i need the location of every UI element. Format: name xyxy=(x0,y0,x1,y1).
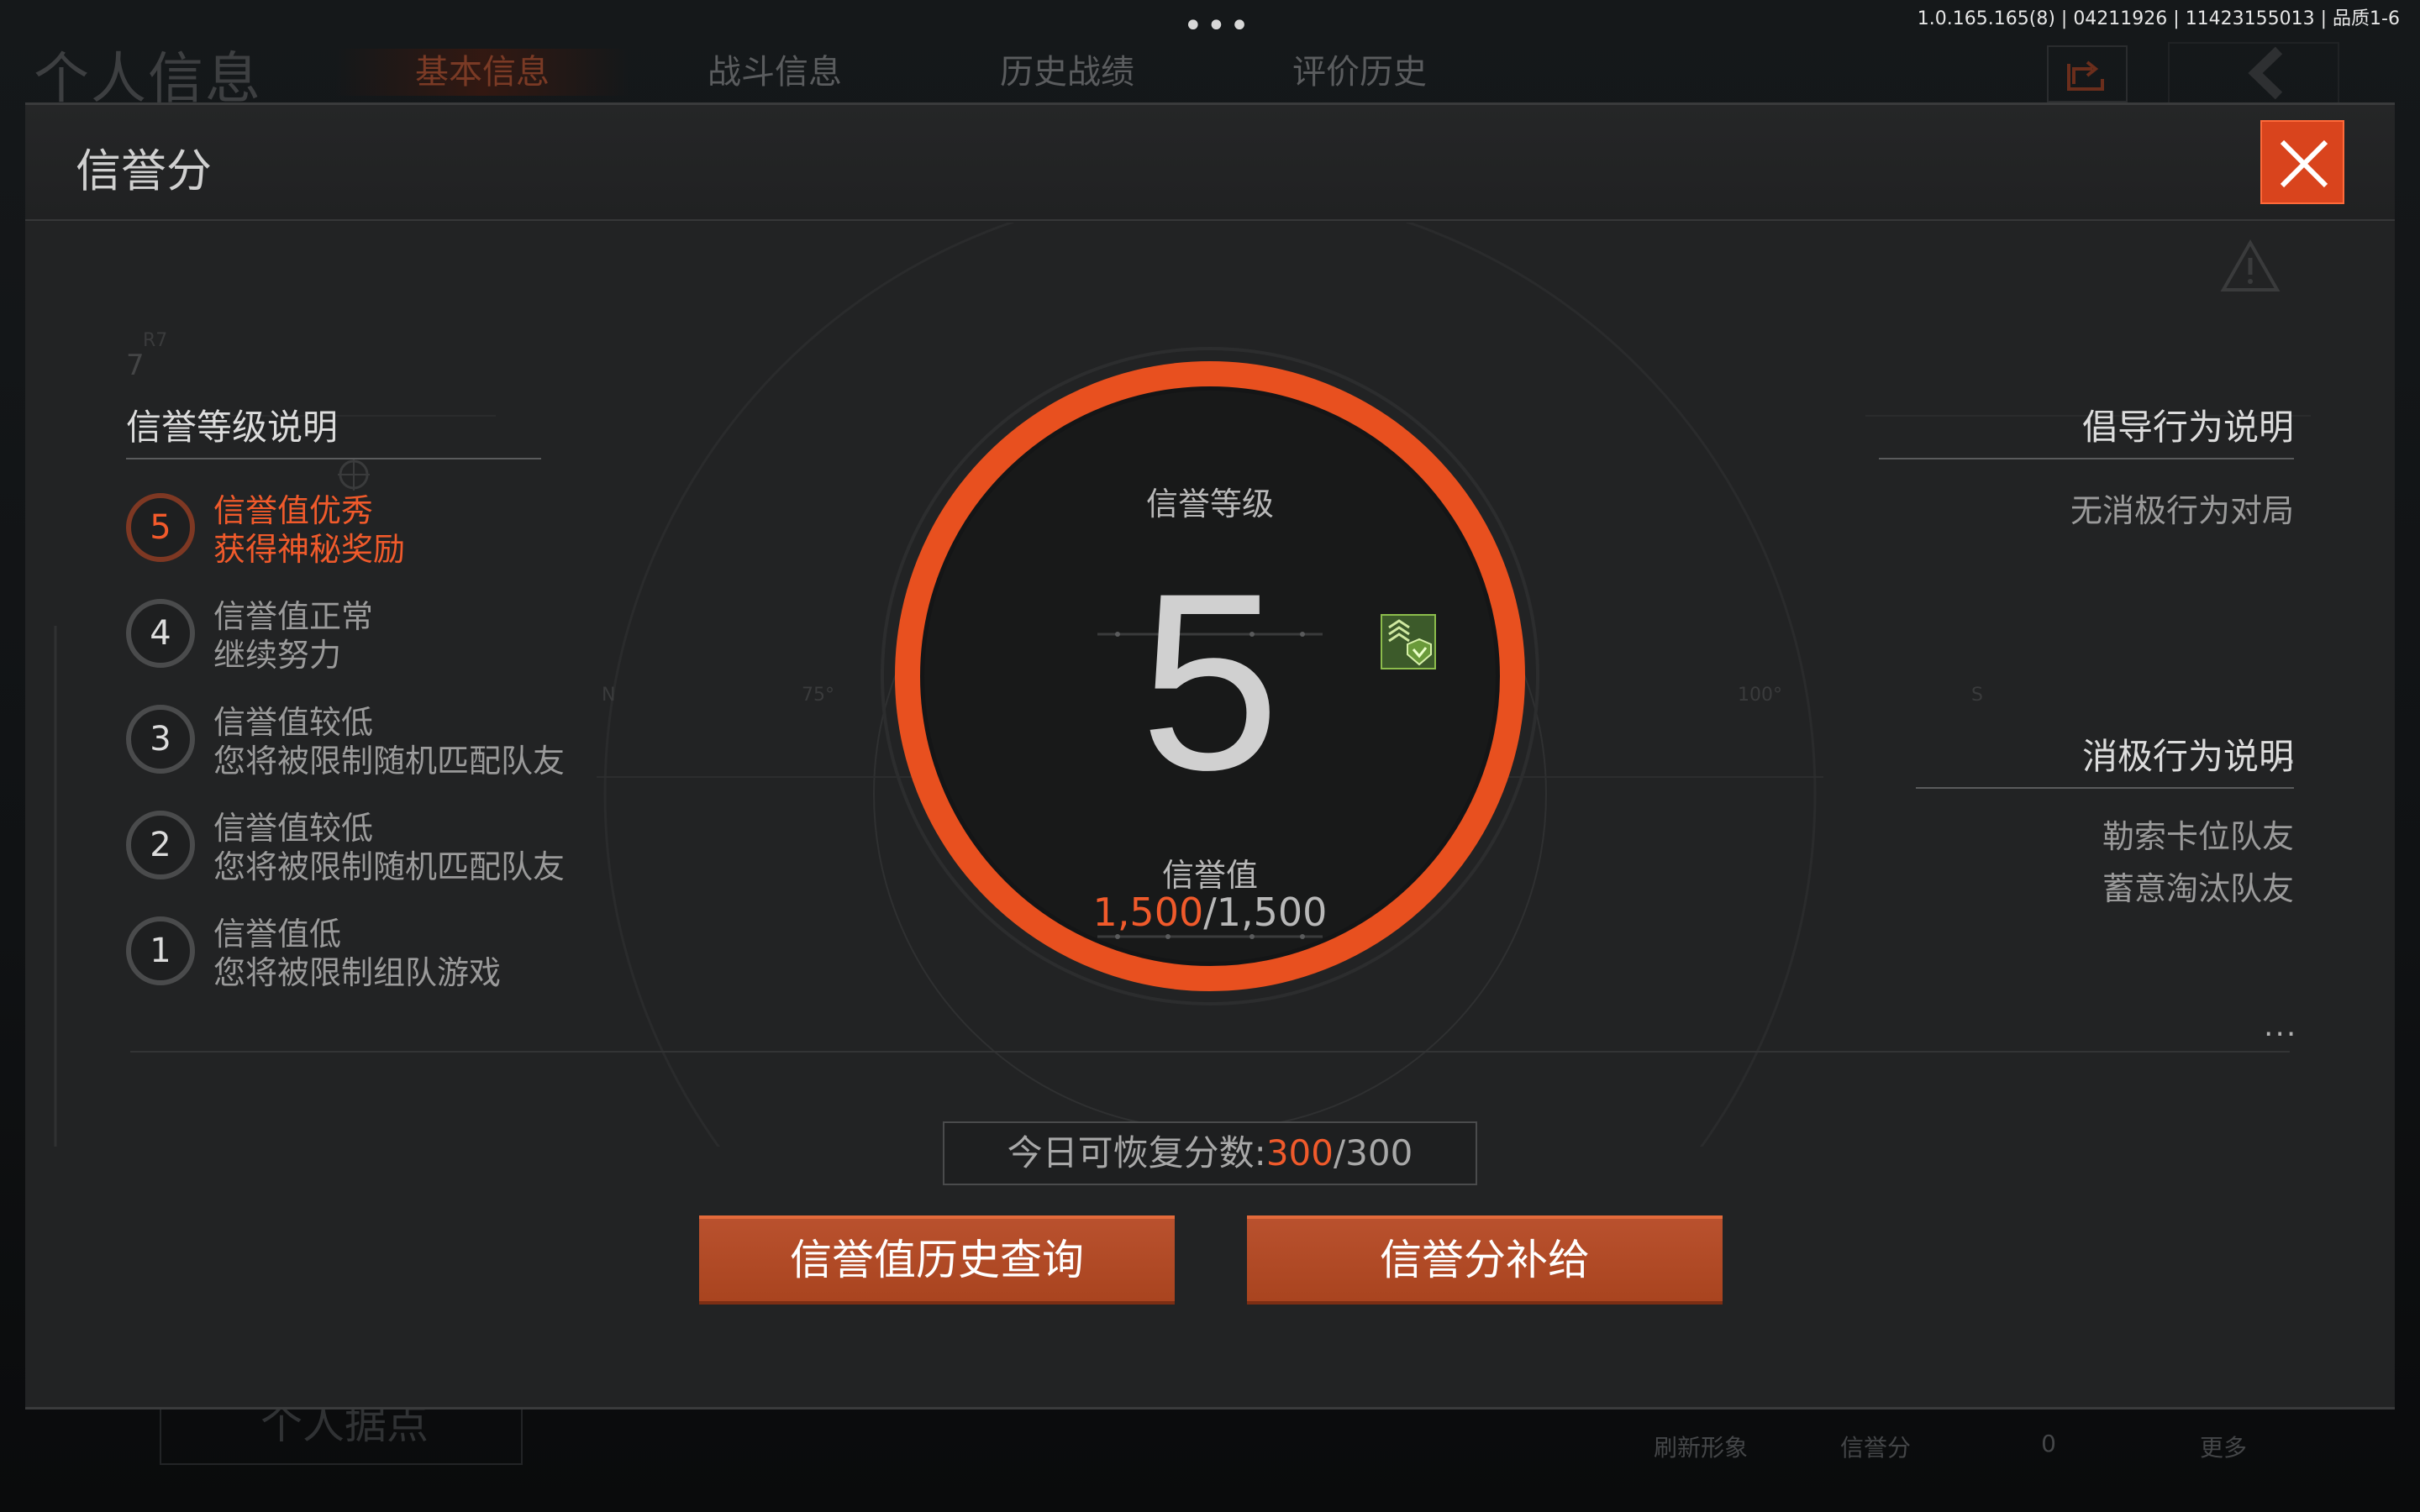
section-divider xyxy=(130,1051,2290,1053)
level-badge: 4 xyxy=(126,599,195,668)
negative-heading-line xyxy=(1916,787,2294,789)
hud-seven: 7 xyxy=(126,349,145,382)
levels-heading: 信誉等级说明 xyxy=(126,407,339,448)
credit-value-current: 1,500 xyxy=(1092,890,1204,935)
positive-heading-line xyxy=(1879,458,2294,459)
modal-title: 信誉分 xyxy=(76,144,212,197)
footer-more[interactable]: 更多 xyxy=(2156,1430,2291,1463)
negative-heading: 消极行为说明 xyxy=(2081,736,2294,777)
level-badge: 2 xyxy=(126,811,195,879)
more-dots-icon[interactable]: ••• xyxy=(1183,7,1253,45)
back-icon[interactable] xyxy=(2168,42,2339,104)
tab-basic-info[interactable]: 基本信息 xyxy=(336,49,629,96)
close-button[interactable] xyxy=(2260,120,2344,204)
level-desc: 您将被限制随机匹配队友 xyxy=(213,848,566,885)
level-desc: 继续努力 xyxy=(213,637,342,674)
credit-level-number: 5 xyxy=(1139,540,1281,822)
level-desc: 获得神秘奖励 xyxy=(213,531,406,568)
levels-heading-line xyxy=(126,458,541,459)
level-badge: 1 xyxy=(126,916,195,985)
credit-score-modal: 信誉分 R7 7 N 75° 100° S 信誉等级说明 5 信誉值优秀 获得神… xyxy=(25,102,2395,1410)
footer-count[interactable]: 0 xyxy=(1981,1430,2116,1457)
recoverable-max: /300 xyxy=(1334,1132,1413,1173)
footer-refresh-look[interactable]: 刷新形象 xyxy=(1634,1430,1768,1463)
level-item-4: 4 信誉值正常 继续努力 xyxy=(126,591,647,685)
level-item-1: 1 信誉值低 您将被限制组队游戏 xyxy=(126,908,647,1002)
negative-more-icon[interactable]: ... xyxy=(2264,1009,2297,1043)
recoverable-score: 今日可恢复分数:300/300 xyxy=(943,1121,1477,1185)
level-badge: 5 xyxy=(126,493,195,562)
modal-header: 信誉分 xyxy=(25,105,2395,221)
hud-75: 75° xyxy=(802,685,834,706)
recoverable-current: 300 xyxy=(1265,1132,1334,1173)
level-desc: 您将被限制组队游戏 xyxy=(213,954,502,991)
hud-100: 100° xyxy=(1738,685,1782,706)
version-info: 1.0.165.165(8) | 04211926 | 11423155013 … xyxy=(1917,8,2400,29)
tab-history-record[interactable]: 历史战绩 xyxy=(921,49,1213,96)
level-desc: 您将被限制随机匹配队友 xyxy=(213,743,566,780)
hud-r7: R7 xyxy=(143,330,168,351)
footer-credit[interactable]: 信誉分 xyxy=(1808,1430,1943,1463)
recoverable-label: 今日可恢复分数: xyxy=(1007,1132,1266,1173)
share-icon[interactable] xyxy=(2047,45,2128,102)
rank-badge-icon xyxy=(1381,614,1436,669)
hud-s: S xyxy=(1971,685,1983,706)
credit-history-button[interactable]: 信誉值历史查询 xyxy=(699,1215,1175,1305)
page-tabs: 基本信息 战斗信息 历史战绩 评价历史 xyxy=(336,49,1506,96)
negative-item: 勒索卡位队友 xyxy=(2102,818,2294,855)
warning-icon xyxy=(2220,239,2281,297)
credit-value-max: /1,500 xyxy=(1203,890,1328,935)
close-icon xyxy=(2280,139,2328,188)
level-item-5: 5 信誉值优秀 获得神秘奖励 xyxy=(126,485,647,579)
positive-item: 无消极行为对局 xyxy=(2070,492,2294,529)
credit-value-label: 信誉值 xyxy=(1161,857,1258,894)
positive-heading: 倡导行为说明 xyxy=(2081,407,2294,448)
tab-battle-info[interactable]: 战斗信息 xyxy=(629,49,921,96)
level-item-3: 3 信誉值较低 您将被限制随机匹配队友 xyxy=(126,696,647,790)
credit-supply-button[interactable]: 信誉分补给 xyxy=(1247,1215,1723,1305)
negative-item: 蓄意淘汰队友 xyxy=(2102,870,2294,907)
level-badge: 3 xyxy=(126,705,195,774)
credit-value: 1,500/1,500 xyxy=(1000,890,1420,935)
tab-review-history[interactable]: 评价历史 xyxy=(1213,49,1506,96)
level-item-2: 2 信誉值较低 您将被限制随机匹配队友 xyxy=(126,802,647,896)
